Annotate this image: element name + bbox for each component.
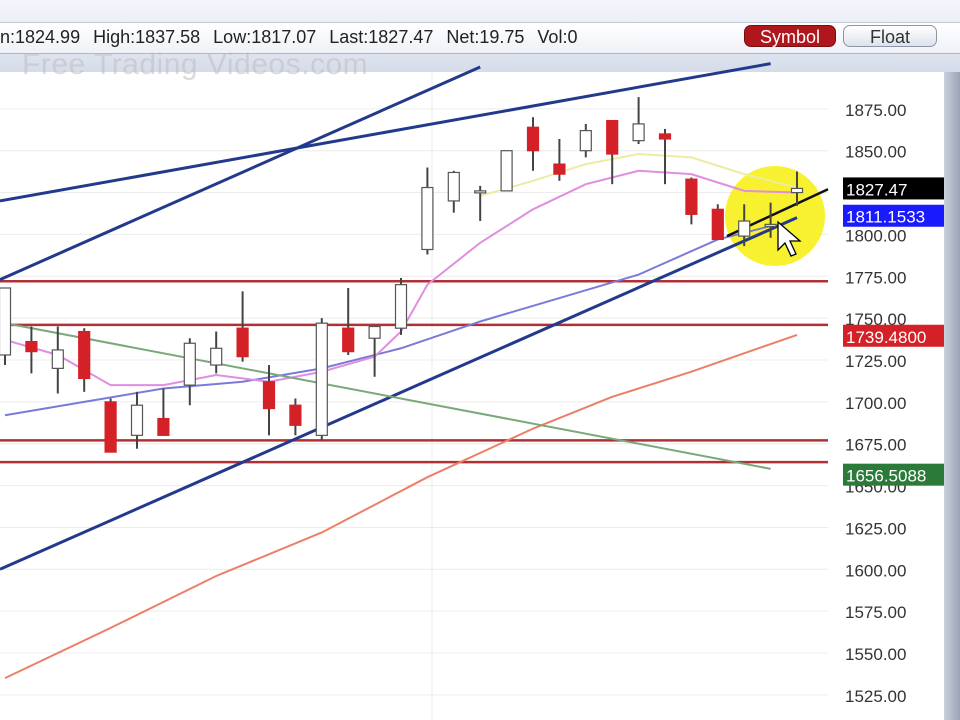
- y-tick-label: 1850.00: [845, 143, 906, 162]
- y-tick-label: 1600.00: [845, 561, 906, 580]
- candle-body-up: [394, 284, 408, 329]
- price-badge-label: 1739.4800: [846, 328, 926, 347]
- window-frame: [944, 72, 960, 720]
- price-badge-label: 1827.47: [846, 180, 907, 199]
- candle-body-up: [579, 130, 592, 152]
- candle-body-down: [104, 401, 117, 453]
- y-tick-label: 1675.00: [845, 436, 906, 455]
- candle-body-up: [500, 150, 513, 192]
- chart-background: [0, 72, 944, 720]
- candle-body-up: [447, 171, 460, 202]
- candle-body-down: [262, 381, 276, 410]
- candle-body-down: [685, 178, 698, 215]
- candle-body-up: [368, 325, 381, 339]
- candle-body-down: [553, 163, 566, 175]
- candle-body-down: [342, 327, 355, 353]
- price-badge-label: 1811.1533: [846, 208, 925, 227]
- y-tick-label: 1575.00: [845, 603, 906, 622]
- candle-body-down: [25, 340, 38, 353]
- y-tick-label: 1550.00: [845, 645, 906, 664]
- candle-body-up: [474, 190, 487, 194]
- candle-body-up: [632, 123, 645, 142]
- candle-body-down: [157, 418, 170, 436]
- candle-body-down: [606, 119, 619, 155]
- y-tick-label: 1625.00: [845, 519, 906, 538]
- y-tick-label: 1700.00: [845, 394, 906, 413]
- candle-body-down: [289, 404, 302, 426]
- candle-body-down: [78, 330, 91, 380]
- candle-body-up: [183, 342, 196, 386]
- candle-body-up: [738, 220, 751, 237]
- candle-body-down: [526, 126, 540, 152]
- y-tick-label: 1725.00: [845, 352, 906, 371]
- candle-body-up: [210, 347, 223, 366]
- candle-body-up: [51, 349, 64, 369]
- candle-body-down: [236, 327, 249, 358]
- y-tick-label: 1775.00: [845, 268, 906, 287]
- candle-body-up: [0, 287, 12, 356]
- y-tick-label: 1875.00: [845, 101, 906, 120]
- candle-body-down: [711, 208, 724, 241]
- price-chart[interactable]: 1875.001850.001825.001800.001775.001750.…: [0, 0, 960, 720]
- watermark: Free Trading Videos.com: [22, 48, 369, 81]
- y-tick-label: 1525.00: [845, 687, 906, 706]
- y-tick-label: 1800.00: [845, 226, 906, 245]
- candle-body-down: [658, 133, 672, 140]
- candle-body-up: [790, 187, 804, 194]
- candle-body-up: [315, 322, 328, 436]
- candle-body-up: [421, 186, 434, 251]
- candle-body-up: [764, 223, 777, 227]
- candle-body-up: [130, 404, 144, 436]
- price-badge-label: 1656.5088: [846, 467, 926, 486]
